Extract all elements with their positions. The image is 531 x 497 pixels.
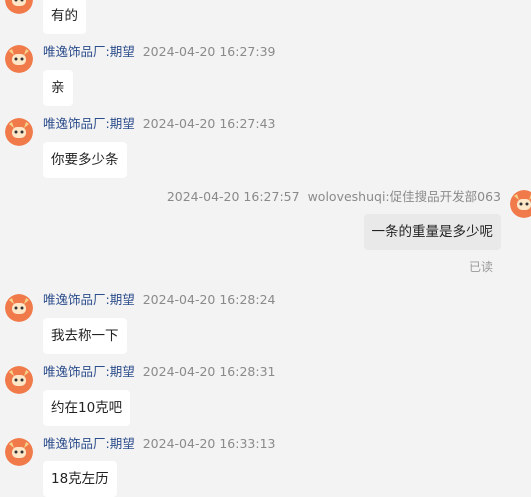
sender-name[interactable]: 唯逸饰品厂:期望 [43, 364, 135, 379]
sender-name[interactable]: 唯逸饰品厂:期望 [43, 436, 135, 451]
avatar[interactable] [5, 45, 33, 73]
message-bubble[interactable]: 有的 [43, 0, 86, 34]
avatar[interactable] [5, 366, 33, 394]
mascot-icon [5, 294, 33, 322]
avatar[interactable] [5, 0, 33, 14]
timestamp: 2024-04-20 16:27:43 [142, 116, 276, 131]
message-meta: 唯逸饰品厂:期望 2024-04-20 16:28:24 [43, 292, 275, 308]
avatar[interactable] [5, 438, 33, 466]
message-meta: 唯逸饰品厂:期望 2024-04-20 16:27:43 [43, 116, 275, 132]
mascot-icon [510, 190, 531, 218]
mascot-icon [5, 0, 33, 14]
avatar[interactable] [510, 190, 531, 218]
timestamp: 2024-04-20 16:28:24 [142, 292, 276, 307]
message-bubble[interactable]: 你要多少条 [43, 142, 127, 178]
sender-name[interactable]: 唯逸饰品厂:期望 [43, 116, 135, 131]
message-bubble[interactable]: 18克左历 [43, 461, 117, 497]
timestamp: 2024-04-20 16:27:39 [142, 44, 276, 59]
timestamp: 2024-04-20 16:28:31 [142, 364, 276, 379]
mascot-icon [5, 438, 33, 466]
message-meta: 唯逸饰品厂:期望 2024-04-20 16:33:13 [43, 436, 275, 452]
read-status: 已读 [468, 260, 493, 274]
sender-name[interactable]: 唯逸饰品厂:期望 [43, 292, 135, 307]
message-meta: 唯逸饰品厂:期望 2024-04-20 16:27:39 [43, 44, 275, 60]
avatar[interactable] [5, 294, 33, 322]
message-meta: 唯逸饰品厂:期望 2024-04-20 16:28:31 [43, 364, 275, 380]
avatar[interactable] [5, 118, 33, 146]
message-bubble[interactable]: 约在10克吧 [43, 390, 131, 426]
message-bubble[interactable]: 一条的重量是多少呢 [363, 214, 501, 250]
timestamp: 2024-04-20 16:33:13 [142, 436, 276, 451]
message-bubble[interactable]: 我去称一下 [43, 318, 127, 354]
mascot-icon [5, 45, 33, 73]
mascot-icon [5, 118, 33, 146]
message-bubble[interactable]: 亲 [43, 70, 73, 106]
mascot-icon [5, 366, 33, 394]
sender-name[interactable]: woloveshuqi:促佳搜品开发部063 [308, 189, 501, 204]
message-meta: 2024-04-20 16:27:57 woloveshuqi:促佳搜品开发部06… [167, 189, 501, 205]
timestamp: 2024-04-20 16:27:57 [166, 189, 300, 204]
sender-name[interactable]: 唯逸饰品厂:期望 [43, 44, 135, 59]
